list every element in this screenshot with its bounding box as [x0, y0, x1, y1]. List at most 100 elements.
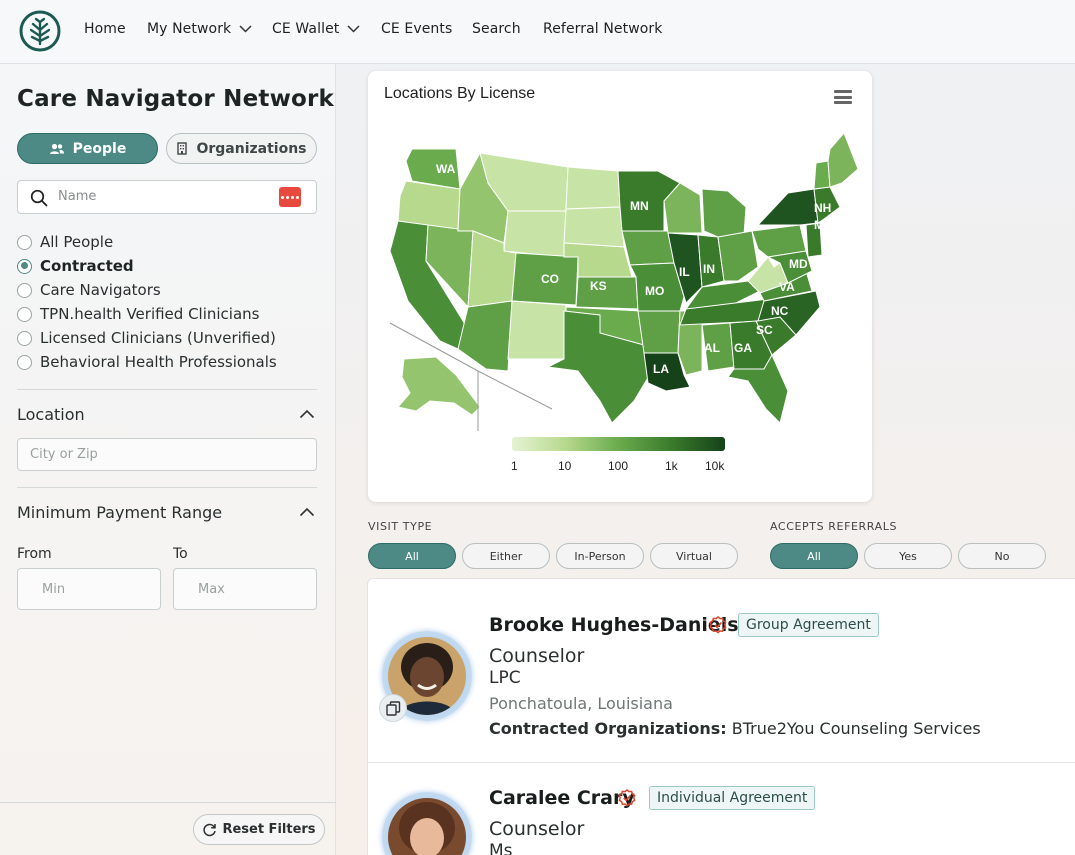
visit-type-virtual-pill[interactable]: Virtual — [650, 543, 738, 569]
map-card: WA MN NH MA CO KS IL IN MO MD VA NC SC A… — [368, 71, 872, 502]
page-title: Care Navigator Network — [17, 86, 335, 112]
name-search-input[interactable]: Name — [17, 180, 317, 214]
radio-button[interactable] — [17, 282, 32, 298]
nav-home[interactable]: Home — [84, 21, 126, 37]
state-wy[interactable] — [503, 210, 567, 258]
filter-contracted[interactable]: Contracted — [17, 257, 134, 275]
copy-badge[interactable] — [379, 694, 407, 722]
provider-role: Counselor — [489, 818, 585, 840]
state-label: MA — [814, 218, 833, 232]
filter-all-people[interactable]: All People — [17, 233, 113, 251]
nav-referral-network-label: Referral Network — [543, 21, 663, 37]
org-value[interactable]: BTrue2You Counseling Services — [732, 719, 981, 738]
nav-referral-network[interactable]: Referral Network — [543, 21, 663, 37]
state-ar[interactable] — [637, 310, 681, 354]
state-label: MD — [789, 257, 808, 271]
state-mi[interactable] — [701, 188, 747, 238]
reset-filters-button[interactable]: Reset Filters — [193, 814, 325, 845]
max-payment-input[interactable]: Max — [173, 568, 317, 610]
filter-licensed-clinicians[interactable]: Licensed Clinicians (Unverified) — [17, 329, 276, 347]
state-label: SC — [756, 323, 773, 337]
state-nh[interactable] — [813, 160, 831, 190]
state-me[interactable] — [827, 132, 859, 188]
provider-credential: Ms — [489, 841, 513, 855]
filter-verified-clinicians[interactable]: TPN.health Verified Clinicians — [17, 305, 260, 323]
state-ks[interactable] — [575, 276, 639, 310]
nav-search-label: Search — [472, 21, 521, 37]
min-placeholder: Min — [42, 581, 66, 597]
visit-type-label: VISIT TYPE — [368, 520, 433, 533]
filter-label: TPN.health Verified Clinicians — [40, 305, 260, 323]
provider-name[interactable]: Caralee Crary — [489, 787, 635, 809]
provider-credential: LPC — [489, 668, 521, 688]
nav-ce-wallet[interactable]: CE Wallet — [272, 21, 360, 37]
filter-label: Licensed Clinicians (Unverified) — [40, 329, 276, 347]
legend-tick: 10k — [705, 459, 725, 473]
password-manager-icon[interactable] — [279, 187, 301, 207]
filter-label: Behavioral Health Professionals — [40, 353, 277, 371]
organizations-toggle-button[interactable]: Organizations — [166, 133, 317, 164]
verified-badge-icon — [709, 616, 727, 634]
chevron-up-icon[interactable] — [299, 409, 315, 419]
search-icon — [30, 189, 48, 207]
visit-type-all-pill[interactable]: All — [368, 543, 456, 569]
radio-button[interactable] — [17, 330, 32, 346]
state-label: IN — [703, 262, 715, 276]
filter-care-navigators[interactable]: Care Navigators — [17, 281, 161, 299]
accepts-no-pill[interactable]: No — [958, 543, 1046, 569]
from-label: From — [17, 546, 52, 562]
map-title: Locations By License — [384, 85, 536, 102]
visit-type-in-person-pill[interactable]: In-Person — [556, 543, 644, 569]
filter-label: Contracted — [40, 257, 134, 275]
city-zip-input[interactable]: City or Zip — [17, 438, 317, 471]
state-label: LA — [653, 362, 669, 376]
accepts-all-pill[interactable]: All — [770, 543, 858, 569]
chevron-down-icon — [347, 25, 360, 33]
chevron-up-icon[interactable] — [299, 507, 315, 517]
filter-behavioral-health[interactable]: Behavioral Health Professionals — [17, 353, 277, 371]
chevron-down-icon — [239, 25, 252, 33]
state-nm[interactable] — [507, 300, 567, 360]
state-label: VA — [779, 280, 795, 294]
agreement-badge: Individual Agreement — [649, 786, 816, 810]
tree-logo-icon[interactable] — [19, 10, 61, 52]
people-icon — [49, 143, 64, 154]
accepts-yes-pill[interactable]: Yes — [864, 543, 952, 569]
radio-button[interactable] — [17, 306, 32, 322]
nav-home-label: Home — [84, 21, 126, 37]
state-az[interactable] — [457, 300, 513, 372]
state-label: NH — [814, 201, 831, 215]
agreement-badge: Group Agreement — [738, 613, 879, 637]
legend-tick: 1 — [511, 459, 518, 473]
payment-section-header[interactable]: Minimum Payment Range — [17, 503, 222, 522]
state-nd[interactable] — [565, 166, 621, 210]
state-label: IL — [679, 265, 690, 279]
people-toggle-button[interactable]: People — [17, 133, 158, 164]
radio-button-selected[interactable] — [17, 258, 32, 274]
verified-badge-icon — [618, 789, 636, 807]
nav-search[interactable]: Search — [472, 21, 521, 37]
nav-ce-events[interactable]: CE Events — [381, 21, 452, 37]
state-oh[interactable] — [717, 230, 759, 282]
max-placeholder: Max — [198, 581, 225, 597]
location-section-header[interactable]: Location — [17, 405, 85, 424]
state-label: MO — [645, 284, 664, 298]
provider-role: Counselor — [489, 645, 585, 667]
nav-my-network[interactable]: My Network — [147, 21, 252, 37]
copy-icon — [385, 700, 400, 716]
hamburger-menu-icon[interactable] — [834, 90, 852, 104]
legend-tick: 100 — [608, 459, 629, 473]
radio-button[interactable] — [17, 354, 32, 370]
filter-label: All People — [40, 233, 114, 251]
contracted-organizations: Contracted Organizations: BTrue2You Coun… — [489, 719, 981, 738]
state-ny[interactable] — [756, 188, 819, 226]
provider-location: Ponchatoula, Louisiana — [489, 694, 673, 713]
state-ia[interactable] — [621, 230, 675, 266]
organizations-toggle-label: Organizations — [196, 140, 307, 157]
provider-name[interactable]: Brooke Hughes-Daniels — [489, 614, 739, 636]
nav-ce-events-label: CE Events — [381, 21, 453, 37]
visit-type-either-pill[interactable]: Either — [462, 543, 550, 569]
state-sd[interactable] — [563, 206, 625, 248]
min-payment-input[interactable]: Min — [17, 568, 161, 610]
radio-button[interactable] — [17, 234, 32, 250]
